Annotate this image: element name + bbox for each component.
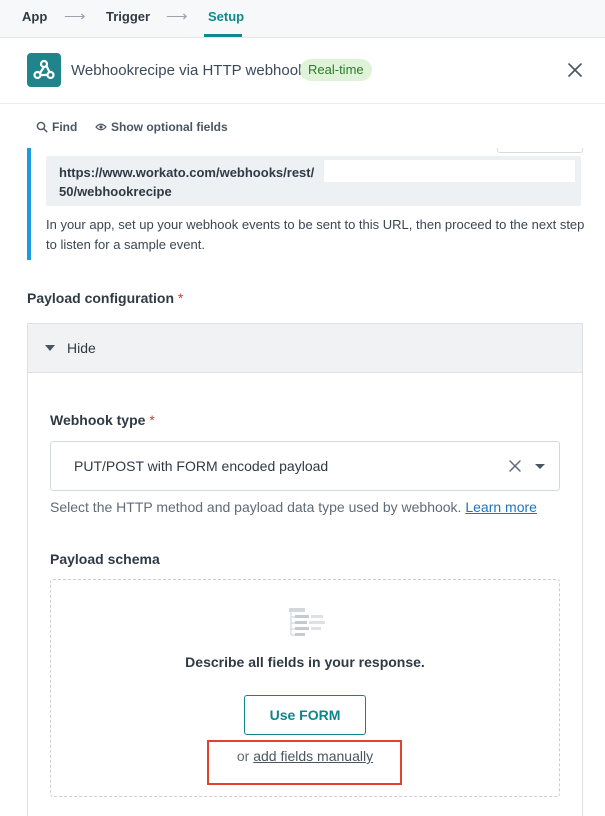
arrow-right-icon: ⟶ [166,8,188,25]
info-rail [27,148,31,260]
schema-icon [289,608,325,636]
close-icon [509,460,521,472]
required-mark: * [149,412,155,428]
webhook-url-line-2: 50/webhookrecipe [59,184,172,199]
show-optional-label: Show optional fields [111,120,228,134]
payload-schema-label: Payload schema [50,551,160,567]
webhook-type-hint: Select the HTTP method and payload data … [50,499,537,515]
clear-selection-button[interactable] [508,459,522,478]
search-icon [36,121,48,133]
eye-icon [95,123,107,131]
breadcrumb: App ⟶ Trigger ⟶ Setup [0,0,605,38]
webhook-icon [27,53,61,87]
find-label: Find [52,120,78,134]
learn-more-link[interactable]: Learn more [465,499,537,515]
webhook-type-label: Webhook type * [50,412,155,428]
step-header: Webhookrecipe via HTTP webhook Real-time [0,38,605,104]
breadcrumb-trigger[interactable]: Trigger [106,9,150,24]
realtime-badge: Real-time [300,59,372,81]
chevron-down-icon[interactable] [535,464,545,469]
required-mark: * [177,290,184,306]
payload-configuration-text: Payload configuration [27,290,175,306]
step-form: https://www.workato.com/webhooks/rest/ 5… [0,148,605,816]
caret-down-icon [45,345,55,351]
show-optional-fields-button[interactable]: Show optional fields [95,120,228,134]
arrow-right-icon: ⟶ [64,8,86,25]
copy-url-button[interactable] [497,148,583,153]
webhook-url-line-1: https://www.workato.com/webhooks/rest/ [59,165,315,180]
active-tab-indicator [204,34,242,37]
annotation-highlight [207,740,402,785]
webhook-type-select[interactable]: PUT/POST with FORM encoded payload [50,441,560,491]
webhook-url-help: In your app, set up your webhook events … [46,217,585,252]
hide-toggle[interactable]: Hide [28,324,582,373]
breadcrumb-setup[interactable]: Setup [208,9,244,24]
close-button[interactable] [563,58,587,82]
webhook-type-text: Webhook type [50,412,146,428]
use-form-button[interactable]: Use FORM [244,695,366,735]
close-icon [568,63,582,77]
webhook-type-value: PUT/POST with FORM encoded payload [74,458,329,474]
webhook-type-hint-text: Select the HTTP method and payload data … [50,499,462,515]
find-button[interactable]: Find [36,120,77,134]
payload-configuration-label: Payload configuration * [27,290,183,306]
hide-label: Hide [67,340,96,356]
schema-description: Describe all fields in your response. [185,654,425,670]
webhook-url-box[interactable]: https://www.workato.com/webhooks/rest/ 5… [46,156,581,206]
redacted-area [324,160,575,182]
field-toolbar: Find Show optional fields [0,104,605,148]
breadcrumb-app[interactable]: App [22,9,47,24]
step-title: Webhookrecipe via HTTP webhook [71,62,306,79]
